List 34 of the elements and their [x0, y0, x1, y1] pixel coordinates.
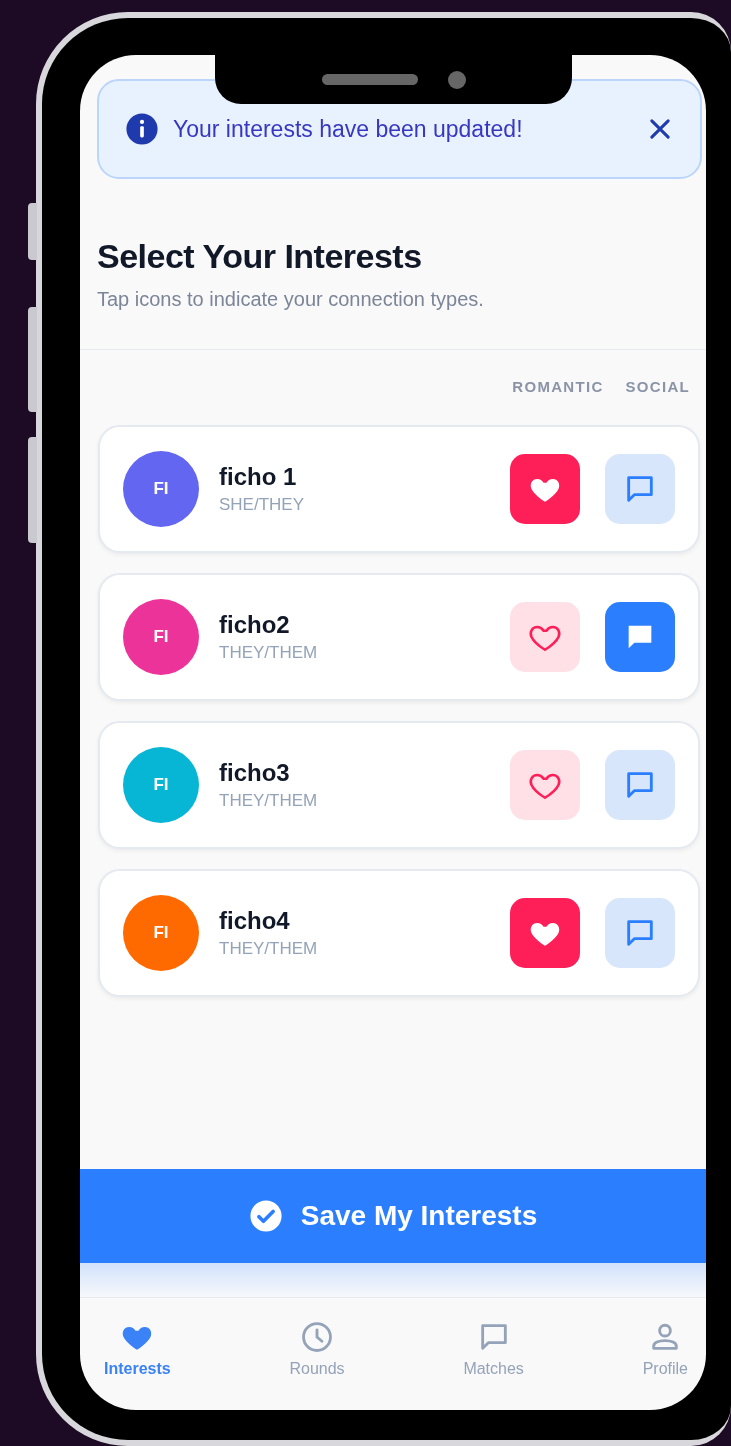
pronouns: THEY/THEM [219, 643, 319, 663]
notification-text: Your interests have been updated! [173, 115, 524, 143]
column-header: SOCIAL [625, 378, 690, 395]
avatar: FI [123, 895, 199, 971]
person-name: ficho3 [219, 759, 291, 787]
person-name: ficho2 [219, 611, 291, 639]
pronouns: SHE/THEY [219, 495, 306, 515]
page-title: Select Your Interests [97, 237, 423, 276]
nav-tab[interactable]: Interests [94, 1298, 181, 1400]
clock-icon [300, 1320, 335, 1354]
avatar: FI [123, 451, 199, 527]
page-subtitle: Tap icons to indicate your connection types. [80, 288, 706, 350]
save-button[interactable]: Save My Interests [80, 1169, 706, 1263]
social-toggle[interactable] [605, 602, 675, 672]
romantic-toggle[interactable] [510, 602, 580, 672]
avatar: FI [123, 599, 199, 675]
romantic-toggle[interactable] [510, 750, 580, 820]
pronouns: THEY/THEM [219, 939, 319, 959]
social-toggle[interactable] [605, 750, 675, 820]
check-circle-icon [248, 1199, 283, 1233]
avatar: FI [123, 747, 199, 823]
column-header: ROMANTIC [512, 378, 604, 395]
person-name: ficho 1 [219, 463, 298, 491]
person-name: ficho4 [219, 907, 291, 935]
pronouns: THEY/THEM [219, 791, 319, 811]
romantic-toggle[interactable] [510, 898, 580, 968]
romantic-toggle[interactable] [510, 454, 580, 524]
social-toggle[interactable] [605, 898, 675, 968]
camera-dot [447, 70, 466, 89]
nav-tab[interactable]: Rounds [279, 1298, 355, 1400]
nav-tab[interactable]: Profile [632, 1298, 698, 1400]
nav-tab[interactable]: Matches [453, 1298, 534, 1400]
social-toggle[interactable] [605, 454, 675, 524]
info-icon [125, 112, 159, 146]
